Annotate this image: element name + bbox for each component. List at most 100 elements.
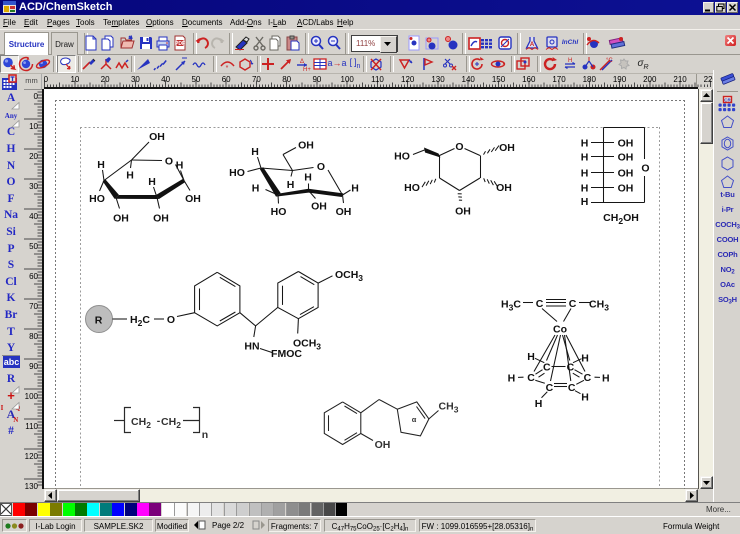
svg-text:OH: OH [618,168,634,180]
svg-text:130: 130 [431,75,445,84]
svg-text:C: C [569,298,577,310]
svg-text:n: n [202,429,208,441]
svg-text:CH2OH: CH2OH [603,212,639,226]
svg-text:OCH3: OCH3 [293,338,321,352]
svg-text:OH: OH [618,152,634,164]
svg-text:H: H [97,159,105,171]
svg-text:C: C [546,382,554,394]
svg-text:OH: OH [311,201,327,213]
svg-text:80: 80 [29,332,38,341]
svg-text:70: 70 [29,302,38,311]
svg-text:170: 170 [552,75,566,84]
svg-text:CH2: CH2 [161,416,181,430]
svg-text:CH3: CH3 [439,401,459,415]
svg-text:80: 80 [282,75,291,84]
svg-text:60: 60 [29,272,38,281]
svg-text:10: 10 [70,75,79,84]
svg-text:O: O [317,161,325,173]
svg-text:110: 110 [371,75,384,84]
svg-text:50: 50 [29,242,38,251]
svg-text:H: H [148,176,156,188]
svg-text:OH: OH [336,206,352,218]
svg-text:H: H [581,196,589,208]
svg-text:120: 120 [401,75,415,84]
svg-text:H: H [581,392,589,404]
svg-text:160: 160 [522,75,536,84]
svg-text:CH3: CH3 [589,299,609,313]
svg-text:A: A [530,42,535,48]
svg-text:0: 0 [34,92,39,101]
svg-text:HO: HO [394,151,410,163]
svg-text:30: 30 [131,75,140,84]
svg-text:FMOC: FMOC [271,348,302,360]
svg-text:OH: OH [455,206,471,218]
svg-text:H3C: H3C [501,299,521,313]
svg-text:H: H [568,58,572,64]
svg-text:*: * [225,65,228,72]
svg-text:H: H [527,351,535,363]
svg-text:90: 90 [312,75,321,84]
svg-text:120: 120 [25,452,39,461]
svg-text:20: 20 [101,75,110,84]
svg-text:OH: OH [496,182,512,194]
svg-text:O: O [641,163,649,175]
svg-text:130: 130 [25,482,39,491]
svg-text:HO: HO [89,193,105,205]
svg-text:H: H [176,160,184,172]
svg-text:C: C [527,372,535,384]
svg-text:100: 100 [25,392,39,401]
svg-text:OH: OH [618,183,634,195]
svg-text:140: 140 [462,75,476,84]
svg-text:PDF: PDF [175,41,185,47]
svg-text:H2C: H2C [130,314,150,328]
svg-text:20: 20 [29,152,38,161]
svg-text:30: 30 [29,182,38,191]
svg-text:H: H [581,138,589,150]
svg-text:C: C [584,372,592,384]
svg-text:H: H [535,398,543,410]
svg-text:O: O [165,156,173,168]
svg-text:Co: Co [553,324,567,336]
svg-text:°C: °C [606,58,613,64]
svg-text:H: H [581,183,589,195]
svg-text:C: C [568,382,576,394]
svg-text:OH: OH [499,142,515,154]
svg-text:H: H [581,152,589,164]
svg-text:OH: OH [113,213,129,225]
svg-text:HO: HO [229,167,245,179]
svg-text:H: H [287,179,295,191]
svg-text:C: C [567,362,575,374]
svg-text:CH2: CH2 [131,416,151,430]
svg-text:0: 0 [44,75,49,84]
svg-text:200: 200 [643,75,657,84]
svg-text:190: 190 [613,75,627,84]
svg-text:H: H [252,183,260,195]
svg-text:70: 70 [252,75,261,84]
svg-text:OH: OH [185,193,201,205]
svg-text:R: R [95,315,103,327]
svg-text:HO: HO [271,206,287,218]
svg-text:H: H [126,170,134,182]
svg-text:100: 100 [341,75,355,84]
svg-text:α: α [412,415,417,424]
svg-text:O: O [167,314,175,326]
svg-text:OH: OH [618,138,634,150]
svg-text:110: 110 [25,422,38,431]
svg-text:H: H [251,146,259,158]
svg-text:H: H [304,172,312,184]
svg-text:HO: HO [404,182,420,194]
svg-text:H: H [602,373,610,385]
svg-text:HN: HN [244,341,259,353]
svg-text:OH: OH [149,131,165,143]
svg-text:H: H [581,352,589,364]
svg-text:H: H [351,183,359,195]
svg-text:40: 40 [161,75,170,84]
svg-text:OH: OH [153,213,169,225]
svg-text:OH: OH [298,140,314,152]
svg-text:90: 90 [29,362,38,371]
svg-text:C: C [536,298,544,310]
svg-text:C: C [543,362,551,374]
svg-text:H: H [581,168,589,180]
svg-text:10: 10 [29,122,38,131]
svg-text:180: 180 [583,75,597,84]
